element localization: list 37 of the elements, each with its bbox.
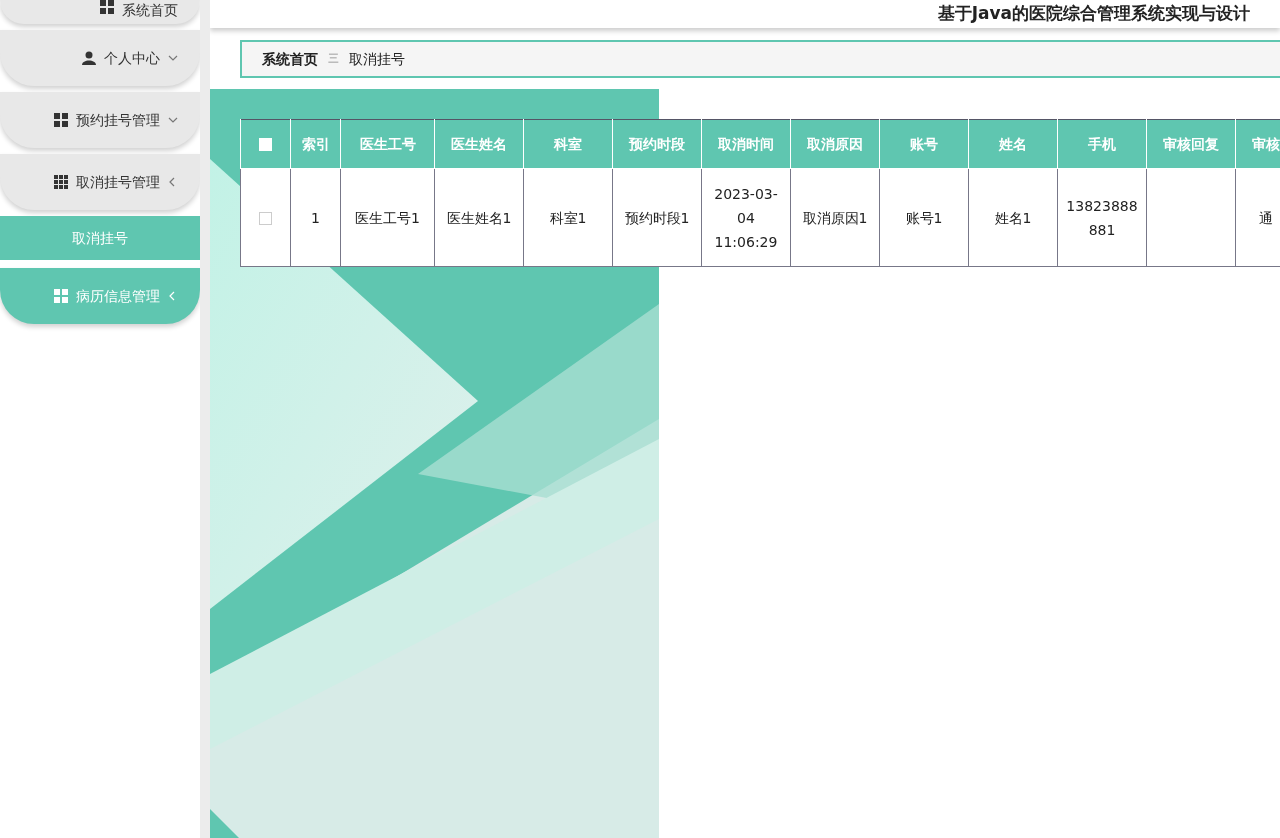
column-header: 审核 bbox=[1235, 119, 1280, 169]
user-icon bbox=[82, 51, 96, 65]
column-header: 医生工号 bbox=[340, 119, 435, 169]
table-cell: 取消原因1 bbox=[790, 168, 880, 267]
table-cell: 姓名1 bbox=[968, 168, 1058, 267]
grid-icon bbox=[100, 0, 114, 14]
sidebar-menu-item[interactable]: 预约挂号管理 bbox=[0, 92, 200, 148]
breadcrumb-separator: 三 bbox=[328, 50, 339, 67]
table-cell: 1 bbox=[290, 168, 341, 267]
app-title: 基于Java的医院综合管理系统实现与设计 bbox=[937, 2, 1250, 26]
column-header: 索引 bbox=[290, 119, 341, 169]
column-header: 取消时间 bbox=[701, 119, 791, 169]
sidebar-menu-item[interactable]: 取消挂号管理 bbox=[0, 154, 200, 210]
table-cell: 医生姓名1 bbox=[434, 168, 524, 267]
table-cell: 13823888881 bbox=[1057, 168, 1147, 267]
column-header: 账号 bbox=[879, 119, 969, 169]
column-header: 科室 bbox=[523, 119, 613, 169]
row-checkbox[interactable] bbox=[259, 212, 272, 225]
breadcrumb-link[interactable]: 系统首页 bbox=[262, 48, 318, 70]
table-cell: 2023-03-04 11:06:29 bbox=[701, 168, 791, 267]
breadcrumb-current: 取消挂号 bbox=[349, 49, 405, 69]
sidebar-menu-item[interactable]: 系统首页 bbox=[0, 0, 200, 24]
sidebar-menu-item[interactable]: 个人中心 bbox=[0, 30, 200, 86]
column-header: 姓名 bbox=[968, 119, 1058, 169]
table-cell: 医生工号1 bbox=[340, 168, 435, 267]
column-header: 取消原因 bbox=[790, 119, 880, 169]
column-header: 预约时段 bbox=[612, 119, 702, 169]
grid-icon bbox=[54, 289, 68, 303]
table-cell: 账号1 bbox=[879, 168, 969, 267]
grid-icon bbox=[54, 175, 68, 189]
table-cell: 科室1 bbox=[523, 168, 613, 267]
select-all-checkbox[interactable] bbox=[259, 138, 272, 151]
grid-icon bbox=[54, 113, 68, 127]
column-header: 医生姓名 bbox=[434, 119, 524, 169]
table-cell: 预约时段1 bbox=[612, 168, 702, 267]
column-header: 手机 bbox=[1057, 119, 1147, 169]
column-header: 审核回复 bbox=[1146, 119, 1236, 169]
